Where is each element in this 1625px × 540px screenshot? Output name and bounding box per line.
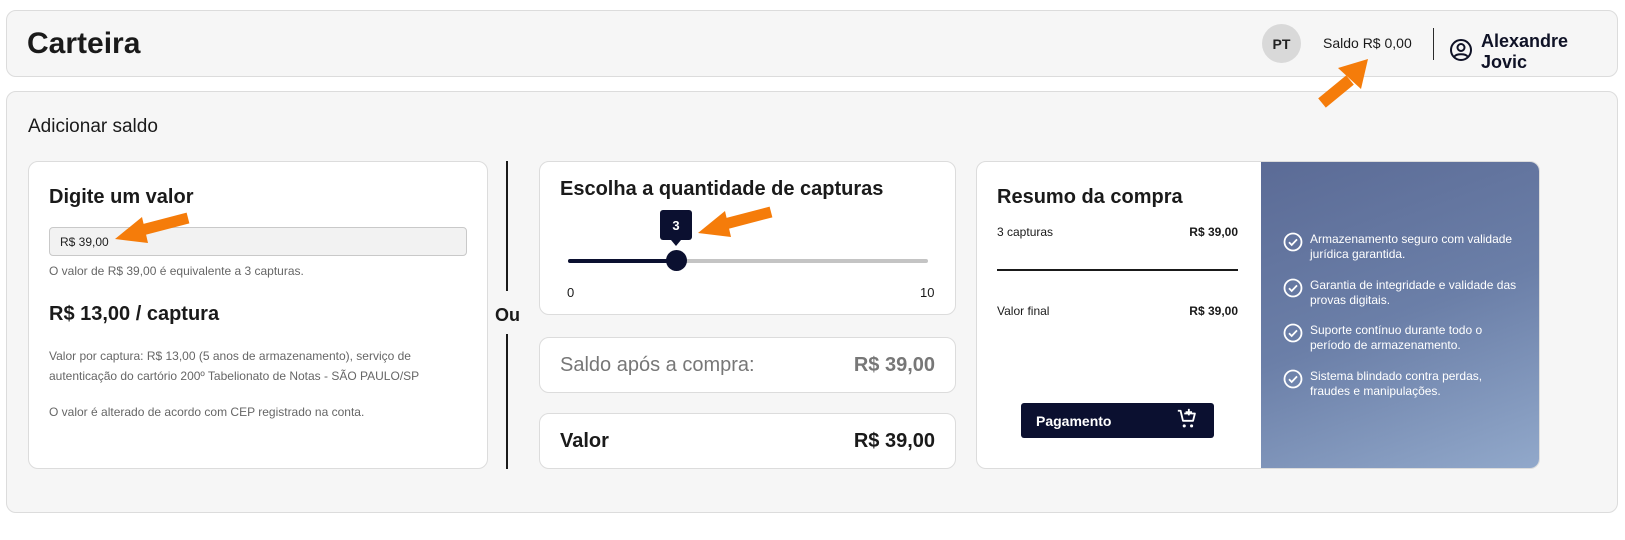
purchase-summary-card: Resumo da compra 3 capturas R$ 39,00 Val…	[976, 161, 1540, 469]
summary-divider	[997, 269, 1238, 271]
annotation-arrow-input	[115, 212, 190, 243]
price-description: Valor por captura: R$ 13,00 (5 anos de a…	[49, 349, 420, 383]
check-circle-icon	[1283, 278, 1303, 303]
total-card: Valor R$ 39,00	[539, 413, 956, 469]
cart-add-icon	[1176, 408, 1198, 433]
check-circle-icon	[1283, 323, 1303, 348]
slider-thumb[interactable]	[666, 250, 687, 271]
slider-value-tooltip: 3	[660, 210, 692, 246]
value-card-title: Digite um valor	[49, 186, 194, 208]
language-selector[interactable]: PT	[1262, 24, 1301, 63]
header-divider	[1433, 28, 1434, 60]
total-label: Valor	[560, 430, 609, 452]
check-circle-icon	[1283, 369, 1303, 394]
annotation-arrow-balance	[1318, 59, 1368, 108]
quantity-card-title: Escolha a quantidade de capturas	[560, 178, 884, 200]
capture-quantity-slider[interactable]	[568, 250, 928, 271]
account-balance: Saldo R$ 0,00	[1323, 35, 1412, 51]
benefit-item: Armazenamento seguro com validade jurídi…	[1283, 232, 1523, 262]
benefit-text: Garantia de integridade e validade das p…	[1310, 278, 1517, 307]
benefit-item: Suporte contínuo durante todo o período …	[1283, 323, 1523, 353]
user-menu[interactable]: Alexandre Jovic	[1449, 31, 1617, 73]
benefits-panel: Armazenamento seguro com validade jurídi…	[1261, 162, 1539, 468]
payment-button-label: Pagamento	[1036, 412, 1112, 429]
annotation-arrow-slider	[698, 206, 773, 237]
slider-max-label: 10	[920, 285, 935, 300]
summary-title: Resumo da compra	[997, 186, 1183, 208]
payment-button[interactable]: Pagamento	[1021, 403, 1214, 438]
balance-after-label: Saldo após a compra:	[560, 354, 755, 376]
benefit-text: Suporte contínuo durante todo o período …	[1310, 323, 1483, 352]
balance-after-value: R$ 39,00	[853, 354, 935, 376]
slider-fill	[568, 259, 676, 263]
summary-final-label: Valor final	[997, 304, 1050, 318]
add-balance-panel: Adicionar saldo Digite um valor O valor …	[6, 91, 1618, 513]
section-title: Adicionar saldo	[28, 116, 158, 137]
summary-items-row: 3 capturas R$ 39,00	[997, 225, 1238, 239]
or-label: Ou	[495, 305, 520, 325]
page-title: Carteira	[27, 27, 141, 60]
benefit-text: Armazenamento seguro com validade jurídi…	[1310, 232, 1513, 261]
value-equivalence-hint: O valor de R$ 39,00 é equivalente a 3 ca…	[49, 264, 304, 278]
total-value: R$ 39,00	[853, 430, 935, 452]
summary-items-value: R$ 39,00	[1189, 225, 1238, 239]
price-per-capture: R$ 13,00 / captura	[49, 303, 220, 325]
balance-after-card: Saldo após a compra: R$ 39,00	[539, 337, 956, 393]
benefit-item: Garantia de integridade e validade das p…	[1283, 278, 1523, 308]
summary-final-value: R$ 39,00	[1189, 304, 1238, 318]
user-circle-icon	[1449, 38, 1473, 67]
or-divider-bottom	[506, 334, 508, 469]
user-name: Alexandre Jovic	[1481, 31, 1569, 72]
or-divider-top	[506, 161, 508, 291]
cep-note: O valor é alterado de acordo com CEP reg…	[49, 405, 365, 419]
slider-min-label: 0	[567, 285, 575, 300]
benefit-item: Sistema blindado contra perdas, fraudes …	[1283, 369, 1523, 399]
check-circle-icon	[1283, 232, 1303, 257]
benefit-text: Sistema blindado contra perdas, fraudes …	[1310, 369, 1483, 398]
value-entry-card: Digite um valor O valor de R$ 39,00 é eq…	[28, 161, 488, 469]
summary-final-row: Valor final R$ 39,00	[997, 304, 1238, 318]
summary-items-label: 3 capturas	[997, 225, 1054, 239]
